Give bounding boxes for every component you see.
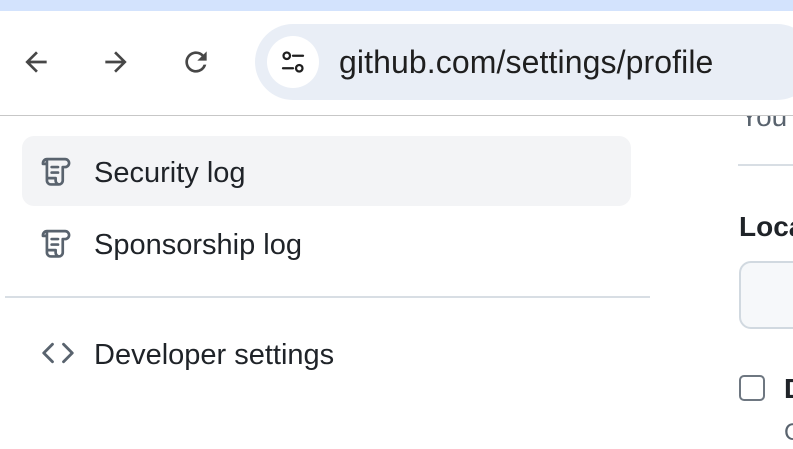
sidebar-item-sponsorship-log[interactable]: Sponsorship log [22, 208, 631, 278]
settings-sidebar: Security log Sponsorship log Developer s… [0, 116, 660, 449]
reload-icon [185, 51, 207, 73]
display-checkbox[interactable] [739, 375, 765, 401]
browser-window: github.com/settings/profile Security log… [0, 0, 793, 449]
sidebar-item-developer-settings[interactable]: Developer settings [22, 318, 631, 388]
tune-icon [281, 51, 305, 73]
section-text: You c [740, 116, 793, 132]
settings-page: Security log Sponsorship log Developer s… [0, 116, 793, 449]
log-icon [39, 224, 77, 262]
sidebar-item-label: Security log [94, 157, 246, 189]
forward-button[interactable] [96, 42, 136, 82]
sidebar-item-label: Sponsorship log [94, 229, 302, 261]
section-divider [738, 164, 793, 166]
sidebar-item-label: Developer settings [94, 339, 335, 371]
location-input[interactable] [739, 261, 793, 329]
log-icon [39, 152, 77, 190]
back-button[interactable] [16, 42, 56, 82]
arrow-right-icon [105, 51, 127, 73]
code-icon [39, 334, 77, 372]
checkbox-description: C [784, 419, 793, 446]
browser-toolbar: github.com/settings/profile [0, 11, 793, 116]
tab-strip [0, 0, 793, 11]
url-text[interactable]: github.com/settings/profile [339, 41, 713, 83]
profile-settings-content: You c Loca D C [700, 116, 793, 449]
site-info-button[interactable] [267, 36, 319, 88]
reload-button[interactable] [176, 42, 216, 82]
address-bar[interactable]: github.com/settings/profile [255, 24, 793, 100]
sidebar-item-security-log[interactable]: Security log [22, 136, 631, 206]
arrow-left-icon [25, 51, 47, 73]
checkbox-label: D [784, 372, 793, 406]
location-label: Loca [739, 211, 793, 242]
sidebar-divider [5, 296, 650, 298]
